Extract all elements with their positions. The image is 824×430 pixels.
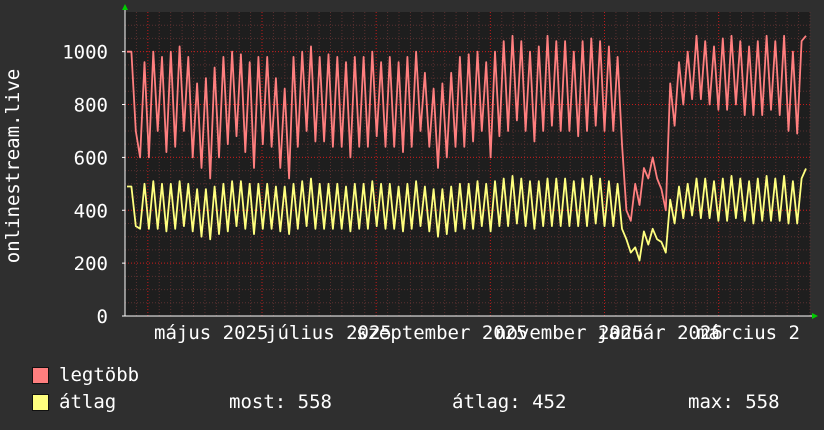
y-tick-label: 0 xyxy=(97,306,108,328)
stat-average-value: 452 xyxy=(532,391,567,413)
chart: 02004006008001000május 2025július 2025sz… xyxy=(2,4,818,344)
y-tick-label: 800 xyxy=(74,95,108,117)
stat-current: most: 558 xyxy=(229,389,332,416)
legend-label-avg: átlag xyxy=(59,391,117,413)
stat-max-label: max: xyxy=(688,391,734,413)
stat-average-label: átlag: xyxy=(452,391,521,413)
stat-average: átlag: 452 xyxy=(452,389,566,416)
y-tick-label: 400 xyxy=(74,200,108,222)
x-axis-arrow xyxy=(812,313,818,319)
stat-current-value: 558 xyxy=(297,391,332,413)
stat-current-label: most: xyxy=(229,391,287,413)
y-tick-label: 200 xyxy=(74,253,108,275)
x-tick-label: március 2 xyxy=(697,322,800,344)
legend-label-max: legtöbb xyxy=(59,364,140,386)
y-tick-label: 1000 xyxy=(62,42,108,64)
legend-swatch-max xyxy=(32,367,49,384)
x-tick-label: május 2025 xyxy=(154,322,268,344)
y-axis-label: onlinestream.live xyxy=(2,69,24,263)
stat-max-value: 558 xyxy=(745,391,780,413)
y-axis-arrow xyxy=(122,4,128,10)
y-tick-label: 600 xyxy=(74,147,108,169)
legend-swatch-avg xyxy=(32,394,49,411)
stat-max: max: 558 xyxy=(688,389,780,416)
